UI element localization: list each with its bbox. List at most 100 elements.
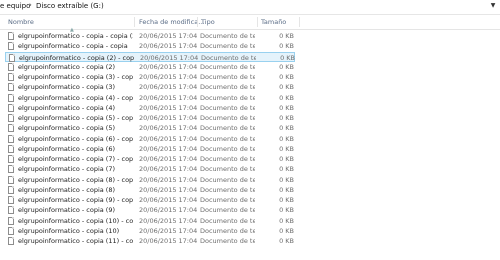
text-document-icon xyxy=(8,144,14,153)
file-row[interactable]: elgrupoinformatico - copia (11) - copia 2… xyxy=(5,236,295,246)
file-row[interactable]: elgrupoinformatico - copia (3) - copia 20… xyxy=(5,72,295,82)
file-row[interactable]: elgrupoinformatico - copia (2) - copia 20… xyxy=(5,51,295,62)
file-size: 0 KB xyxy=(279,196,294,204)
file-name: elgrupoinformatico - copia (5) - copia xyxy=(18,114,133,122)
file-row[interactable]: elgrupoinformatico - copia (3) 20/06/2015… xyxy=(5,82,295,92)
file-size: 0 KB xyxy=(279,124,294,133)
file-date: 20/06/2015 17:04 xyxy=(139,185,198,194)
file-name: elgrupoinformatico - copia (2) xyxy=(18,62,116,71)
file-name: elgrupoinformatico - copia - copia (2) xyxy=(18,32,133,40)
text-document-icon xyxy=(8,155,14,163)
text-document-icon xyxy=(8,165,14,174)
file-row[interactable]: elgrupoinformatico - copia - copia 20/06/… xyxy=(5,41,295,51)
file-row[interactable]: elgrupoinformatico - copia (10) - copia 2… xyxy=(5,216,295,226)
file-row[interactable]: elgrupoinformatico - copia (5) - copia 20… xyxy=(5,113,295,123)
file-row[interactable]: elgrupoinformatico - copia (8) - copia 20… xyxy=(5,175,295,185)
file-size: 0 KB xyxy=(279,144,294,153)
text-document-icon xyxy=(8,226,14,235)
file-date: 20/06/2015 17:04 xyxy=(139,155,198,163)
file-name: elgrupoinformatico - copia (11) - copia xyxy=(18,237,133,245)
breadcrumb-separator[interactable]: › xyxy=(29,0,32,10)
file-row[interactable]: elgrupoinformatico - copia (4) - copia 20… xyxy=(5,93,295,103)
column-header-date[interactable]: Fecha de modifica... xyxy=(137,15,204,29)
file-date: 20/06/2015 17:04 xyxy=(139,226,198,235)
text-document-icon xyxy=(8,114,14,122)
file-row[interactable]: elgrupoinformatico - copia - copia (2) 20… xyxy=(5,31,295,41)
file-date: 20/06/2015 17:04 xyxy=(139,93,198,102)
file-row[interactable]: elgrupoinformatico - copia (9) - copia 20… xyxy=(5,195,295,205)
file-date: 20/06/2015 17:04 xyxy=(139,32,198,40)
breadcrumb-item-equipo[interactable]: e equipo xyxy=(0,1,30,11)
file-date: 20/06/2015 17:04 xyxy=(139,62,198,71)
file-name: elgrupoinformatico - copia (9) - copia xyxy=(18,196,133,204)
column-header-name[interactable]: Nombre xyxy=(6,15,132,29)
text-document-icon xyxy=(8,134,14,143)
column-divider[interactable] xyxy=(134,17,135,27)
file-name: elgrupoinformatico - copia (8) - copia xyxy=(18,175,133,184)
column-header-type[interactable]: Tipo xyxy=(199,15,257,29)
file-name: elgrupoinformatico - copia (8) xyxy=(18,185,116,194)
column-divider[interactable] xyxy=(299,17,300,27)
file-row[interactable]: elgrupoinformatico - copia (10) 20/06/201… xyxy=(5,226,295,236)
text-document-icon xyxy=(8,62,14,71)
file-size: 0 KB xyxy=(279,62,294,71)
file-row[interactable]: elgrupoinformatico - copia (8) 20/06/2015… xyxy=(5,185,295,195)
file-row[interactable]: elgrupoinformatico - copia (6) 20/06/2015… xyxy=(5,144,295,154)
file-date: 20/06/2015 17:04 xyxy=(139,42,198,51)
chevron-down-icon[interactable]: ▼ xyxy=(488,1,498,11)
file-name: elgrupoinformatico - copia (10) xyxy=(18,226,120,235)
file-name: elgrupoinformatico - copia - copia xyxy=(18,42,128,51)
text-document-icon xyxy=(8,124,14,133)
file-date: 20/06/2015 17:04 xyxy=(139,175,198,184)
file-size: 0 KB xyxy=(279,155,294,163)
text-document-icon xyxy=(9,53,15,62)
text-document-icon xyxy=(8,175,14,184)
file-row[interactable]: elgrupoinformatico - copia (9) 20/06/2015… xyxy=(5,205,295,215)
file-size: 0 KB xyxy=(279,93,294,102)
breadcrumb[interactable]: e equipo › Disco extraíble (G:) ▼ xyxy=(0,0,500,15)
file-size: 0 KB xyxy=(279,206,294,215)
file-row[interactable]: elgrupoinformatico - copia (7) - copia 20… xyxy=(5,154,295,164)
file-size: 0 KB xyxy=(279,134,294,143)
file-size: 0 KB xyxy=(279,73,294,81)
file-date: 20/06/2015 17:04 xyxy=(139,134,198,143)
file-name: elgrupoinformatico - copia (5) xyxy=(18,124,116,133)
file-date: 20/06/2015 17:04 xyxy=(139,114,198,122)
text-document-icon xyxy=(8,73,14,81)
breadcrumb-item-drive[interactable]: Disco extraíble (G:) xyxy=(36,1,104,11)
file-size: 0 KB xyxy=(279,175,294,184)
file-date: 20/06/2015 17:04 xyxy=(139,165,198,174)
file-row[interactable]: elgrupoinformatico - copia (4) 20/06/2015… xyxy=(5,103,295,113)
file-size: 0 KB xyxy=(279,237,294,245)
file-name: elgrupoinformatico - copia (4) - copia xyxy=(18,93,133,102)
file-row[interactable]: elgrupoinformatico - copia (7) 20/06/2015… xyxy=(5,164,295,174)
file-date: 20/06/2015 17:04 xyxy=(139,144,198,153)
text-document-icon xyxy=(8,42,14,51)
file-size: 0 KB xyxy=(279,226,294,235)
text-document-icon xyxy=(8,237,14,245)
column-header-size[interactable]: Tamaño xyxy=(259,15,299,29)
file-row[interactable]: elgrupoinformatico - copia (2) 20/06/2015… xyxy=(5,62,295,72)
file-size: 0 KB xyxy=(279,165,294,174)
file-size: 0 KB xyxy=(279,42,294,51)
file-name: elgrupoinformatico - copia (7) xyxy=(18,165,116,174)
file-name: elgrupoinformatico - copia (7) - copia xyxy=(18,155,133,163)
file-name: elgrupoinformatico - copia (10) - copia xyxy=(18,216,133,225)
file-name: elgrupoinformatico - copia (3) - copia xyxy=(18,73,133,81)
text-document-icon xyxy=(8,103,14,112)
file-date: 20/06/2015 17:04 xyxy=(139,206,198,215)
file-row[interactable]: elgrupoinformatico - copia (6) - copia 20… xyxy=(5,134,295,144)
text-document-icon xyxy=(8,185,14,194)
file-row[interactable]: elgrupoinformatico - copia (5) 20/06/2015… xyxy=(5,123,295,133)
text-document-icon xyxy=(8,196,14,204)
file-date: 20/06/2015 17:04 xyxy=(139,237,198,245)
file-date: 20/06/2015 17:04 xyxy=(139,83,198,92)
text-document-icon xyxy=(8,206,14,215)
file-size: 0 KB xyxy=(279,32,294,40)
column-divider[interactable] xyxy=(197,17,198,27)
file-size: 0 KB xyxy=(279,83,294,92)
file-size: 0 KB xyxy=(279,216,294,225)
column-divider[interactable] xyxy=(257,17,258,27)
file-name: elgrupoinformatico - copia (3) xyxy=(18,83,116,92)
column-header-row: Nombre Fecha de modifica... Tipo Tamaño … xyxy=(0,15,500,33)
